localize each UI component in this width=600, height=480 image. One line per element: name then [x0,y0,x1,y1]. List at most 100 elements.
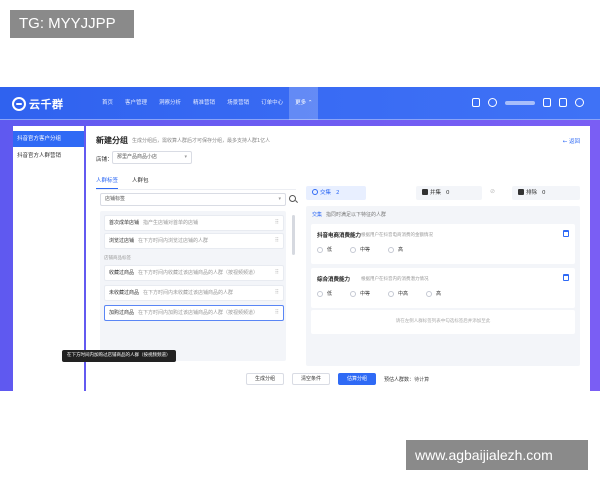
logo-text: 云千群 [29,98,64,111]
option-label: 中等 [360,247,371,253]
tag-desc: 在下方时间内收藏过该店铺商品的人群（按视频频道） [138,270,259,276]
estimate-value: 待计算 [414,376,430,383]
search-icon[interactable] [288,194,298,204]
drag-handle-icon[interactable]: ⠿ [275,234,279,248]
exclude-button[interactable]: 排除 0 [512,186,580,200]
tab-crowd-tags[interactable]: 人群标签 [96,175,119,189]
watermark-top: TG: MYYJJPP [10,10,134,38]
radio-icon [388,290,395,297]
tag-category-select[interactable]: 店铺标签 ▾ [100,193,286,206]
list-item[interactable]: 加购过商品 在下方时间内加购过该店铺商品的人群（按视频频道） ⠿ [104,305,284,321]
empty-condition-placeholder: 请在左侧人群标签列表中勾选标签后并添加至此 [311,310,575,334]
trash-icon[interactable] [563,230,569,237]
nav-item-precision-marketing[interactable]: 精准营销 [187,87,221,120]
generate-group-button[interactable]: 生成分组 [246,373,285,385]
option-label: 高 [398,247,404,253]
chevron-down-icon: ▾ [184,154,187,160]
condition-card: 抖音电商消费能力 根据用户在抖音电商消费的金额情况 低 中等 高 [311,224,575,264]
main-nav: 首页 客户管理 洞察分析 精准营销 场景营销 订单中心 更多 ⌃ [96,87,319,120]
drag-handle-icon[interactable]: ⠿ [275,266,279,280]
logo-icon [12,97,26,111]
nav-item-customers[interactable]: 客户管理 [119,87,153,120]
user-name-blurred[interactable] [505,100,535,105]
drag-handle-icon[interactable]: ⠿ [275,216,279,230]
nav-item-scene-marketing[interactable]: 场景营销 [221,87,255,120]
tag-category-value: 店铺标签 [105,196,126,202]
sidebar-item-customer-group[interactable]: 抖音官方客户分组 [13,131,84,147]
intersection-button[interactable]: 交集 2 [306,186,366,200]
trash-icon[interactable] [563,274,569,281]
document-icon[interactable] [543,98,551,107]
tag-list-scrollbar[interactable] [292,215,295,255]
nav-item-orders[interactable]: 订单中心 [255,87,289,120]
nav-item-home[interactable]: 首页 [96,87,119,120]
op-label: 并集 [430,190,442,196]
condition-panel: 交集 指同时满足以下特征的人群 抖音电商消费能力 根据用户在抖音电商消费的金额情况… [306,206,580,366]
list-item[interactable]: 浏览过店铺 在下方时间内浏览过店铺的人群 ⠿ [104,233,284,249]
top-navigation-bar: 云千群 首页 客户管理 洞察分析 精准营销 场景营销 订单中心 更多 ⌃ [0,87,600,120]
bell-icon[interactable] [559,98,567,107]
list-item[interactable]: 首次成单店铺 指产生店铺对首单的店铺 ⠿ [104,215,284,231]
condition-title: 抖音电商消费能力 [317,233,362,239]
nav-item-more[interactable]: 更多 ⌃ [289,87,319,120]
tab-crowd-package[interactable]: 人群包 [132,175,149,189]
tag-list-panel: 店铺标签 ▾ 首次成单店铺 指产生店铺对首单的店铺 ⠿ 浏览过店铺 在下方时间内浏览… [96,193,296,363]
tab-bar: 人群标签 人群包 [96,175,149,189]
tag-desc: 在下方时间内加购过该店铺商品的人群（按视频频道） [138,310,259,316]
estimate-label: 预估人群数： [384,376,415,383]
tag-name: 加购过商品 [109,310,135,316]
settings-icon[interactable] [575,98,584,107]
tag-name: 收藏过商品 [109,270,135,276]
back-link[interactable]: ← 返回 [563,137,580,145]
drag-handle-icon[interactable]: ⠿ [275,306,279,320]
radio-icon [317,290,323,297]
option-label: 高 [436,291,442,297]
tag-group-label: 店铺商品标签 [104,256,131,261]
condition-desc: 根据用户在抖音电商消费的金额情况 [361,233,433,238]
condition-header-desc: 指同时满足以下特征的人群 [326,212,387,218]
option-medium[interactable]: 中等 [350,246,370,253]
list-item[interactable]: 未收藏过商品 在下方时间内未收藏过该店铺商品的人群 ⠿ [104,285,284,301]
nav-item-insights[interactable]: 洞察分析 [153,87,187,120]
apps-icon[interactable] [472,98,480,107]
radio-icon [388,246,395,253]
condition-desc: 根据用户在抖音内的消费潜力情况 [361,277,429,282]
estimate-group-button[interactable]: 估算分组 [338,373,377,385]
list-item[interactable]: 收藏过商品 在下方时间内收藏过该店铺商品的人群（按视频频道） ⠿ [104,265,284,281]
option-low[interactable]: 低 [317,290,332,297]
intersection-icon [312,189,318,195]
option-label: 低 [327,247,333,253]
option-high[interactable]: 高 [388,246,403,253]
clear-conditions-button[interactable]: 清空条件 [292,373,331,385]
page: TG: MYYJJPP 云千群 首页 客户管理 洞察分析 精准营销 场景营销 订… [0,0,600,480]
page-subtitle: 生成分组后，需收算人群后才可保存分组，最多支持人群1亿人 [132,138,271,144]
store-select[interactable]: 那里产品商品小店 ▾ [112,151,192,164]
radio-icon [350,246,357,253]
union-icon [422,189,428,195]
condition-card: 综合消费能力 根据用户在抖音内的消费潜力情况 低 中等 中高 高 [311,268,575,308]
user-avatar-icon[interactable] [488,98,497,107]
option-high[interactable]: 高 [426,290,441,297]
app-logo[interactable]: 云千群 [12,96,64,112]
watermark-bottom: www.agbaijialezh.com [406,440,588,470]
op-count: 0 [542,190,546,196]
option-medium[interactable]: 中等 [350,290,370,297]
option-label: 中高 [398,291,409,297]
condition-title: 综合消费能力 [317,277,351,283]
option-low[interactable]: 低 [317,246,332,253]
condition-header-mode: 交集 [312,212,323,218]
tag-desc: 指产生店铺对首单的店铺 [143,220,199,226]
option-medium-high[interactable]: 中高 [388,290,408,297]
sidebar-item-crowd-marketing[interactable]: 抖音官方人群营销 [13,148,84,164]
radio-icon [317,246,323,253]
tag-name: 未收藏过商品 [109,290,140,296]
tab-divider [96,189,296,190]
footer-actions: 生成分组 清空条件 估算分组 预估人群数：待计算 [246,372,429,386]
condition-options: 低 中等 高 [317,246,403,253]
drag-handle-icon[interactable]: ⠿ [275,286,279,300]
tag-name: 首次成单店铺 [109,220,140,226]
tag-desc: 在下方时间内浏览过店铺的人群 [138,238,209,244]
option-label: 中等 [360,291,371,297]
condition-options: 低 中等 中高 高 [317,290,441,297]
union-button[interactable]: 并集 0 [416,186,482,200]
